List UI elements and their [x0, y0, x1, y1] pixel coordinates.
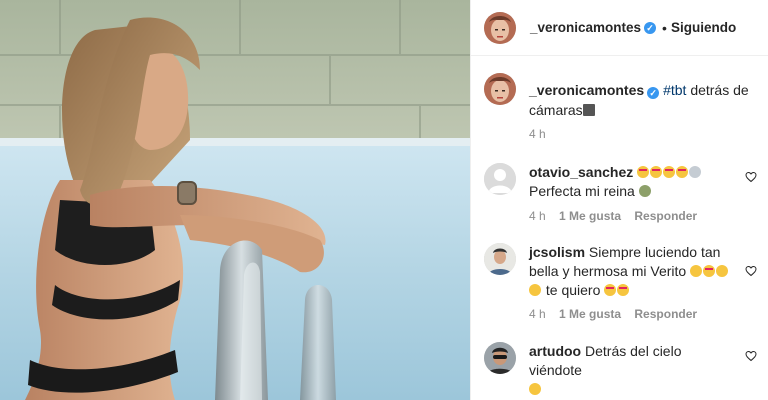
- smile-emoji-icon: [529, 383, 541, 395]
- heart-eyes-emoji-icon: [650, 166, 663, 178]
- caption-author-avatar-image: [484, 73, 516, 105]
- caption-author-avatar[interactable]: [484, 73, 516, 105]
- reply-button[interactable]: Responder: [634, 209, 697, 223]
- clapping-hands-emoji-icon: [689, 166, 702, 178]
- smile-emoji-icon: [529, 284, 541, 296]
- post-photo[interactable]: [0, 0, 470, 400]
- caption-text-block: _veronicamontes ✓ #tbt detrás de cámaras: [529, 80, 759, 120]
- heart-eyes-emoji-icon: [637, 166, 650, 178]
- comment-text-block: jcsolism Siempre luciendo tan bella y he…: [529, 243, 737, 300]
- comment-time[interactable]: 4 h: [529, 307, 546, 321]
- comment-avatar-image: [484, 342, 516, 374]
- comment-likes[interactable]: 1 Me gusta: [559, 307, 621, 321]
- post-details-panel: _veronicamontes ✓ • Siguiendo _veronicam…: [470, 0, 768, 400]
- author-username[interactable]: _veronicamontes: [530, 20, 641, 35]
- heart-outline-icon[interactable]: [745, 265, 757, 277]
- comment-avatar[interactable]: [484, 243, 516, 275]
- verified-badge-icon: ✓: [647, 87, 660, 99]
- comment-text-2: te quiero: [545, 282, 601, 298]
- heart-outline-icon[interactable]: [745, 171, 757, 183]
- separator-dot: •: [662, 19, 667, 36]
- caption-timestamp[interactable]: 4 h: [529, 127, 546, 141]
- comment-likes[interactable]: 1 Me gusta: [559, 209, 621, 223]
- caption-username[interactable]: _veronicamontes: [529, 82, 644, 98]
- comment-text-block: artudoo Detrás del cielo viéndote: [529, 342, 737, 399]
- clapper-board-icon: [582, 104, 595, 116]
- heart-eyes-emoji-icon: [604, 284, 617, 296]
- comment-avatar[interactable]: [484, 163, 516, 195]
- heart-eyes-emoji-icon: [676, 166, 689, 178]
- heart-eyes-emoji-icon: [617, 284, 630, 296]
- comment-username[interactable]: jcsolism: [529, 244, 585, 260]
- post-header: _veronicamontes ✓ • Siguiendo: [471, 0, 768, 56]
- crown-face-emoji-icon: [638, 185, 651, 197]
- comment-username[interactable]: otavio_sanchez: [529, 164, 633, 180]
- comment-text: Perfecta mi reina: [529, 183, 635, 199]
- caption-hashtag[interactable]: #tbt: [663, 82, 686, 98]
- comment-time[interactable]: 4 h: [529, 209, 546, 223]
- reply-button[interactable]: Responder: [634, 307, 697, 321]
- comment-avatar[interactable]: [484, 342, 516, 374]
- comment-username[interactable]: artudoo: [529, 343, 581, 359]
- default-avatar-icon: [484, 163, 516, 195]
- instagram-post-view: _veronicamontes ✓ • Siguiendo _veronicam…: [0, 0, 768, 400]
- comment-meta: 4 h 1 Me gusta Responder: [529, 209, 707, 223]
- comment-avatar-image: [484, 243, 516, 275]
- smile-emoji-icon: [690, 265, 703, 277]
- heart-eyes-emoji-icon: [703, 265, 716, 277]
- comment-meta: 4 h 1 Me gusta Responder: [529, 307, 707, 321]
- post-photo-image: [0, 0, 470, 400]
- following-button[interactable]: Siguiendo: [671, 20, 736, 35]
- comment-text-block: otavio_sanchez Perfecta mi reina: [529, 163, 737, 201]
- heart-eyes-emoji-icon: [663, 166, 676, 178]
- smile-emoji-icon: [716, 265, 729, 277]
- author-avatar[interactable]: [484, 11, 516, 44]
- verified-badge-icon: ✓: [644, 21, 657, 34]
- author-avatar-image: [484, 11, 516, 44]
- heart-outline-icon[interactable]: [745, 350, 757, 362]
